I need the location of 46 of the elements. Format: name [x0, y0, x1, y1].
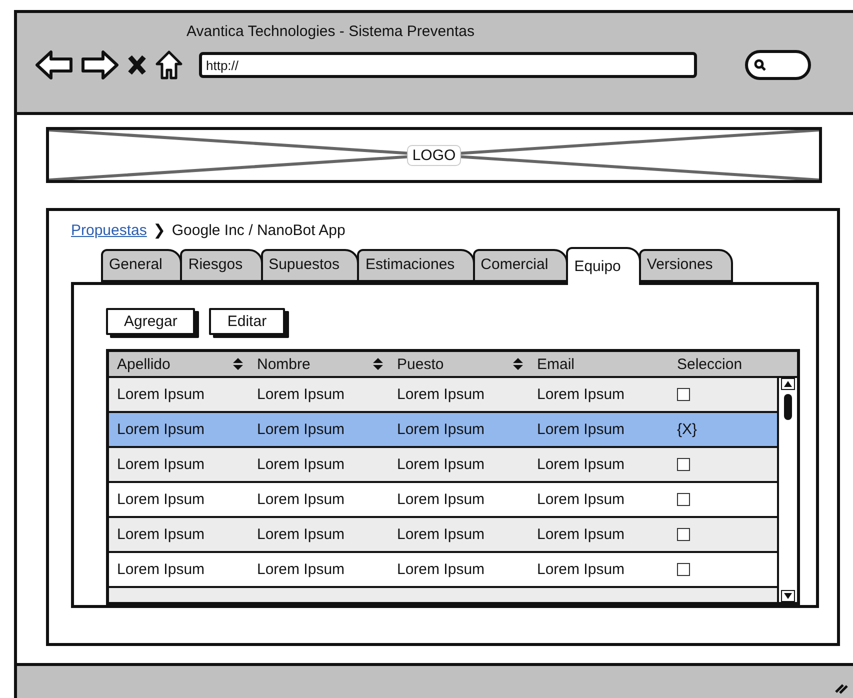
tab[interactable]: Riesgos: [180, 249, 263, 282]
table-cell-text: Lorem Ipsum: [396, 526, 486, 543]
table-cell-text: Lorem Ipsum: [536, 386, 626, 403]
tab[interactable]: General: [101, 249, 182, 282]
table-cell-text: Lorem Ipsum: [536, 456, 626, 473]
tab[interactable]: Supuestos: [260, 249, 360, 282]
table-cell-text: Lorem Ipsum: [256, 456, 346, 473]
table-cell-text: Lorem Ipsum: [256, 526, 346, 543]
table-cell-text: Lorem Ipsum: [116, 491, 206, 508]
table-cell-text: Lorem Ipsum: [396, 386, 486, 403]
table-cell-text: Lorem Ipsum: [116, 421, 206, 438]
table-cell-text: Lorem Ipsum: [256, 421, 346, 438]
table-row[interactable]: Lorem Ipsum Lorem Ipsum Lorem Ipsum Lorem Ipsum: [109, 553, 777, 588]
breadcrumb-separator: ❯: [152, 221, 166, 239]
table-cell-text: Lorem Ipsum: [256, 561, 346, 578]
table-cell-text: Lorem Ipsum: [536, 421, 626, 438]
table-cell-text: Lorem Ipsum: [116, 561, 206, 578]
table-cell-text: Lorem Ipsum: [396, 561, 486, 578]
breadcrumb-link[interactable]: Propuestas: [71, 222, 147, 238]
table-cell-text: Lorem Ipsum: [116, 456, 206, 473]
table-cell-text: Lorem Ipsum: [536, 526, 626, 543]
table-cell-text: Lorem Ipsum: [396, 491, 486, 508]
tab[interactable]: Equipo: [566, 247, 641, 285]
selection-mark[interactable]: {X}: [669, 421, 777, 438]
table-cell-text: Lorem Ipsum: [536, 491, 626, 508]
tab[interactable]: Estimaciones: [357, 249, 475, 282]
table-cell-text: Lorem Ipsum: [256, 386, 346, 403]
column-header: Apellido: [117, 356, 170, 372]
logo-label: LOGO: [407, 144, 461, 166]
column-header: Email: [537, 356, 575, 372]
column-header: Puesto: [397, 356, 444, 372]
table-row[interactable]: Lorem Ipsum Lorem Ipsum Lorem Ipsum Lorem Ipsum {X}: [109, 413, 777, 448]
column-header: Seleccion: [677, 356, 742, 372]
column-header: Nombre: [257, 356, 310, 372]
table-cell-text: Lorem Ipsum: [116, 386, 206, 403]
table-cell-text: Lorem Ipsum: [396, 421, 486, 438]
breadcrumb-current: Google Inc / NanoBot App: [172, 222, 346, 238]
table-cell-text: Lorem Ipsum: [256, 491, 346, 508]
tab[interactable]: Versiones: [638, 249, 733, 282]
table-cell-text: Lorem Ipsum: [396, 456, 486, 473]
table-row[interactable]: Lorem Ipsum Lorem Ipsum Lorem Ipsum Lorem Ipsum: [109, 483, 777, 518]
table-cell-text: Lorem Ipsum: [116, 526, 206, 543]
address-field[interactable]: http://: [199, 52, 697, 78]
tab[interactable]: Comercial: [472, 249, 568, 282]
table-cell-text: Lorem Ipsum: [536, 561, 626, 578]
window-title: Avantica Technologies - Sistema Preventas: [186, 22, 476, 40]
